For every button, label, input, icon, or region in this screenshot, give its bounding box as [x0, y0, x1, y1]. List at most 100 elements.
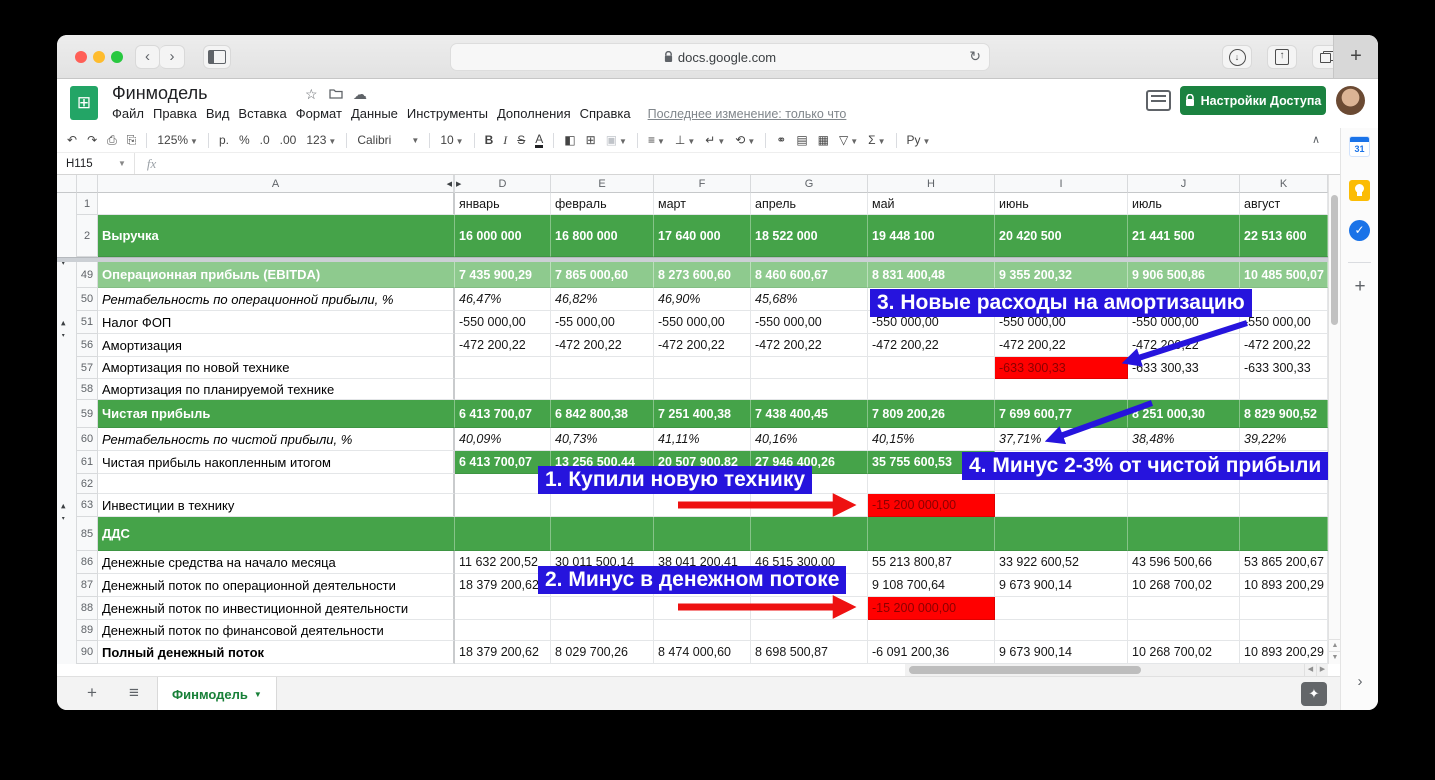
text-rotation-icon[interactable]: ⟲ ▼ [735, 133, 755, 147]
cell[interactable]: 9 673 900,14 [995, 574, 1128, 597]
share-access-button[interactable]: Настройки Доступа [1180, 86, 1326, 115]
cell[interactable] [1128, 620, 1240, 641]
cell[interactable] [751, 379, 868, 400]
cell[interactable]: 7 435 900,29 [455, 262, 551, 288]
cell[interactable]: 6 842 800,38 [551, 400, 654, 428]
cell[interactable]: 7 438 400,45 [751, 400, 868, 428]
cell[interactable] [1240, 288, 1328, 311]
cell[interactable] [868, 357, 995, 379]
cell[interactable] [455, 517, 551, 551]
name-box-caret-icon[interactable]: ▼ [118, 159, 126, 168]
input-tools-button[interactable]: Ру ▼ [907, 133, 931, 147]
cell[interactable]: 55 213 800,87 [868, 551, 995, 574]
cell[interactable]: 39,22% [1240, 428, 1328, 451]
keep-icon[interactable] [1349, 180, 1370, 201]
cell-label[interactable]: Денежные средства на начало месяца [98, 551, 455, 574]
address-bar[interactable]: docs.google.com ↻ [450, 43, 990, 71]
cell[interactable]: июль [1128, 193, 1240, 215]
cell[interactable] [455, 474, 551, 494]
row-header[interactable]: 56 [77, 334, 98, 357]
column-header[interactable]: G [751, 175, 868, 193]
select-all-corner[interactable] [77, 175, 98, 193]
menu-edit[interactable]: Правка [153, 106, 197, 121]
cell-label[interactable] [98, 193, 455, 215]
cell[interactable] [1240, 620, 1328, 641]
cell[interactable] [1128, 379, 1240, 400]
downloads-button[interactable]: ↓ [1222, 45, 1252, 69]
row-header[interactable]: 86 [77, 551, 98, 574]
cell[interactable]: 46,82% [551, 288, 654, 311]
cell[interactable]: -633 300,33 [1128, 357, 1240, 379]
cell[interactable] [455, 357, 551, 379]
cell[interactable]: 9 673 900,14 [995, 641, 1128, 664]
collapse-group-icon[interactable]: ▾ [61, 334, 66, 340]
cell[interactable]: 40,09% [455, 428, 551, 451]
cell[interactable]: 8 829 900,52 [1240, 400, 1328, 428]
cell[interactable]: 18 379 200,62 [455, 574, 551, 597]
cell[interactable] [995, 597, 1128, 620]
cell[interactable]: май [868, 193, 995, 215]
cell[interactable]: -472 200,22 [455, 334, 551, 357]
cell-label[interactable]: Рентабельность по операционной прибыли, … [98, 288, 455, 311]
hide-side-panel-icon[interactable]: › [1341, 673, 1378, 690]
expand-group-icon[interactable]: ▴ [61, 317, 66, 328]
cell[interactable] [551, 517, 654, 551]
row-header[interactable]: 61 [77, 451, 98, 474]
insert-link-icon[interactable]: ⚭ [776, 133, 786, 147]
cell[interactable]: 46,47% [455, 288, 551, 311]
cell-label[interactable]: Денежный поток по финансовой деятельност… [98, 620, 455, 641]
add-sheet-icon[interactable]: + [87, 683, 97, 703]
cell[interactable]: -472 200,22 [654, 334, 751, 357]
cell-label[interactable]: Операционная прибыль (EBITDA) [98, 262, 455, 288]
cell[interactable] [654, 494, 751, 517]
tasks-icon[interactable]: ✓ [1349, 220, 1370, 241]
share-page-button[interactable]: ↑ [1267, 45, 1297, 69]
cell[interactable] [751, 357, 868, 379]
cell[interactable] [995, 620, 1128, 641]
cell[interactable]: 8 251 000,30 [1128, 400, 1240, 428]
cell[interactable]: 20 420 500 [995, 215, 1128, 257]
horizontal-scrollbar[interactable] [905, 664, 1304, 676]
row-header[interactable]: 63 [77, 494, 98, 517]
cell[interactable] [751, 597, 868, 620]
scroll-left-icon[interactable]: ◀ [1304, 664, 1316, 676]
column-header[interactable]: A ◀ [98, 175, 455, 193]
increase-decimals-button[interactable]: .00 [280, 133, 297, 147]
row-header[interactable]: 59 [77, 400, 98, 428]
cell[interactable]: 37,71% [995, 428, 1128, 451]
cell[interactable]: 8 273 600,60 [654, 262, 751, 288]
cell[interactable] [455, 597, 551, 620]
cell[interactable]: 53 865 200,67 [1240, 551, 1328, 574]
cell-label[interactable]: Рентабельность по чистой прибыли, % [98, 428, 455, 451]
format-currency-button[interactable]: р. [219, 133, 229, 147]
cell[interactable]: март [654, 193, 751, 215]
hidden-columns-left-icon[interactable]: ◀ [447, 180, 452, 188]
cell-label[interactable]: Выручка [98, 215, 455, 257]
cell[interactable]: 43 596 500,66 [1128, 551, 1240, 574]
cell[interactable]: -15 200 000,00 [868, 494, 995, 517]
cell[interactable]: -550 000,00 [455, 311, 551, 334]
cell[interactable]: 8 029 700,26 [551, 641, 654, 664]
cell[interactable]: 7 699 600,77 [995, 400, 1128, 428]
cell[interactable]: 10 893 200,29 [1240, 574, 1328, 597]
menu-data[interactable]: Данные [351, 106, 398, 121]
cell[interactable] [551, 379, 654, 400]
reload-icon[interactable]: ↻ [969, 48, 981, 65]
avatar[interactable] [1336, 86, 1365, 115]
cell[interactable] [751, 620, 868, 641]
cell-label[interactable]: Амортизация [98, 334, 455, 357]
comment-history-icon[interactable] [1146, 90, 1171, 111]
cell[interactable]: июнь [995, 193, 1128, 215]
cell[interactable]: -633 300,33 [995, 357, 1128, 379]
row-header[interactable]: 62 [77, 474, 98, 494]
cell[interactable]: -472 200,22 [751, 334, 868, 357]
cell-label[interactable]: Денежный поток по инвестиционной деятель… [98, 597, 455, 620]
cell[interactable]: 33 922 600,52 [995, 551, 1128, 574]
cell[interactable]: 10 268 700,02 [1128, 641, 1240, 664]
move-folder-icon[interactable] [329, 86, 343, 102]
cell[interactable]: -472 200,22 [995, 334, 1128, 357]
text-wrap-icon[interactable]: ↵ ▼ [705, 133, 725, 147]
cell[interactable]: 16 000 000 [455, 215, 551, 257]
minimize-window-button[interactable] [93, 51, 105, 63]
format-percent-button[interactable]: % [239, 133, 250, 147]
